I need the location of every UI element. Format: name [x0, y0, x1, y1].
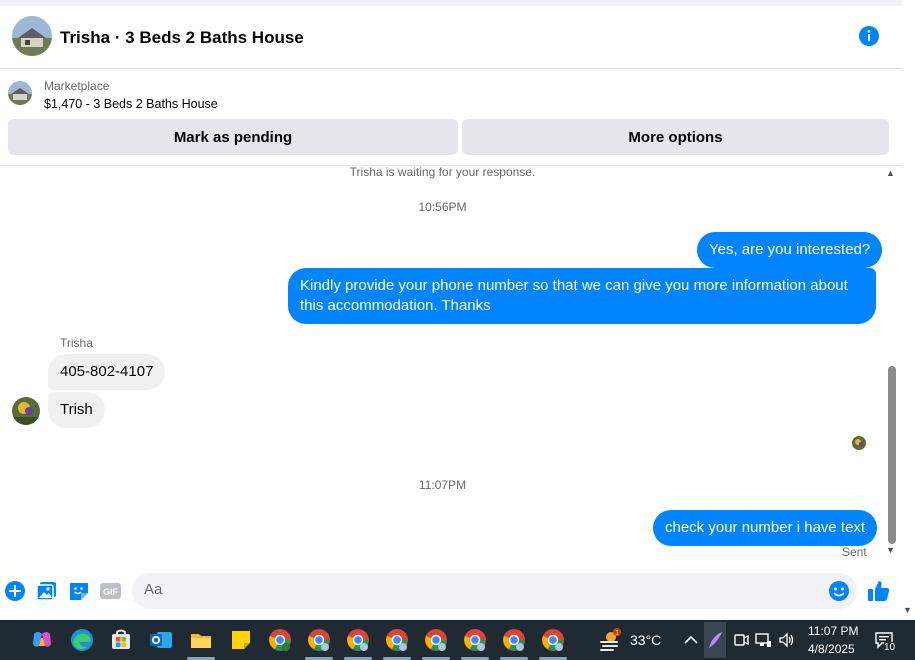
weather-haze-icon[interactable]: 1	[598, 628, 622, 652]
chat-title[interactable]: Trisha · 3 Beds 2 Baths House	[60, 28, 304, 48]
chrome-profile-icon[interactable]	[268, 628, 292, 652]
clock-date[interactable]: 4/8/2025	[808, 642, 855, 656]
message-composer: GIF	[0, 568, 902, 618]
emoji-icon[interactable]	[828, 580, 850, 602]
volume-icon[interactable]	[778, 631, 796, 649]
seen-indicator-avatar	[852, 436, 866, 450]
messenger-window: Trisha · 3 Beds 2 Baths House Marketplac…	[0, 0, 915, 660]
marketplace-bar: Marketplace $1,470 - 3 Beds 2 Baths Hous…	[0, 70, 902, 166]
outgoing-message: Kindly provide your phone number so that…	[288, 268, 876, 324]
marketplace-label: Marketplace	[44, 79, 110, 93]
gif-icon[interactable]: GIF	[100, 580, 122, 602]
network-icon[interactable]	[754, 631, 772, 649]
outgoing-message: Yes, are you interested?	[697, 232, 883, 268]
incoming-message: Trish	[48, 392, 105, 428]
camera-status-icon[interactable]	[732, 631, 750, 649]
chrome-profile-icon[interactable]	[385, 628, 409, 652]
microsoft-store-icon[interactable]	[109, 628, 133, 652]
incoming-message: 405-802-4107	[48, 354, 166, 390]
chrome-profile-icon[interactable]	[307, 628, 331, 652]
mark-as-pending-button[interactable]: Mark as pending	[8, 119, 458, 155]
weather-temperature[interactable]: 33°C	[630, 632, 661, 648]
chrome-profile-icon[interactable]	[424, 628, 448, 652]
chrome-profile-icon[interactable]	[502, 628, 526, 652]
chrome-profile-icon[interactable]	[346, 628, 370, 652]
message-input[interactable]	[144, 581, 824, 598]
timestamp: 11:07PM	[418, 478, 467, 492]
sent-status: Sent	[842, 545, 867, 559]
chat-header: Trisha · 3 Beds 2 Baths House	[0, 6, 902, 69]
message-input-box[interactable]	[132, 573, 857, 609]
listing-title[interactable]: $1,470 - 3 Beds 2 Baths House	[44, 97, 218, 111]
clock-time[interactable]: 11:07 PM	[808, 624, 858, 638]
page-scroll-down-arrow-icon[interactable]: ▼	[903, 605, 912, 615]
svg-text:GIF: GIF	[103, 587, 119, 597]
chrome-profile-icon[interactable]	[541, 628, 565, 652]
sticker-icon[interactable]	[68, 580, 90, 602]
scrollbar-thumb[interactable]	[888, 366, 896, 544]
copilot-icon[interactable]	[30, 628, 54, 652]
edge-browser-icon[interactable]	[70, 628, 94, 652]
timestamp: 10:56PM	[418, 200, 467, 214]
outlook-icon[interactable]	[149, 628, 173, 652]
scroll-up-arrow-icon[interactable]: ▲	[886, 168, 895, 178]
listing-thumbnail[interactable]	[8, 81, 32, 105]
waiting-notice: Trisha is waiting for your response.	[349, 166, 536, 179]
like-icon[interactable]	[867, 579, 891, 603]
message-thread: Trisha is waiting for your response. 10:…	[0, 166, 885, 568]
listing-avatar[interactable]	[12, 16, 52, 56]
plus-icon[interactable]	[4, 580, 26, 602]
outgoing-message: check your number i have text	[653, 510, 878, 546]
chrome-profile-icon[interactable]	[463, 628, 487, 652]
scroll-down-arrow-icon[interactable]: ▼	[886, 545, 895, 555]
file-explorer-icon[interactable]	[189, 628, 213, 652]
photo-icon[interactable]	[36, 580, 58, 602]
pen-app-icon[interactable]	[704, 622, 726, 658]
sticky-notes-icon[interactable]	[229, 628, 253, 652]
notification-count: 10	[884, 642, 896, 653]
windows-taskbar: 1 33°C 11:07 PM 4/8/2025 10	[0, 620, 915, 660]
info-icon[interactable]	[858, 25, 880, 47]
contact-avatar[interactable]	[12, 397, 40, 425]
more-options-button[interactable]: More options	[462, 119, 889, 155]
sender-name: Trisha	[60, 336, 93, 350]
show-hidden-icons-chevron-icon[interactable]	[682, 631, 700, 649]
